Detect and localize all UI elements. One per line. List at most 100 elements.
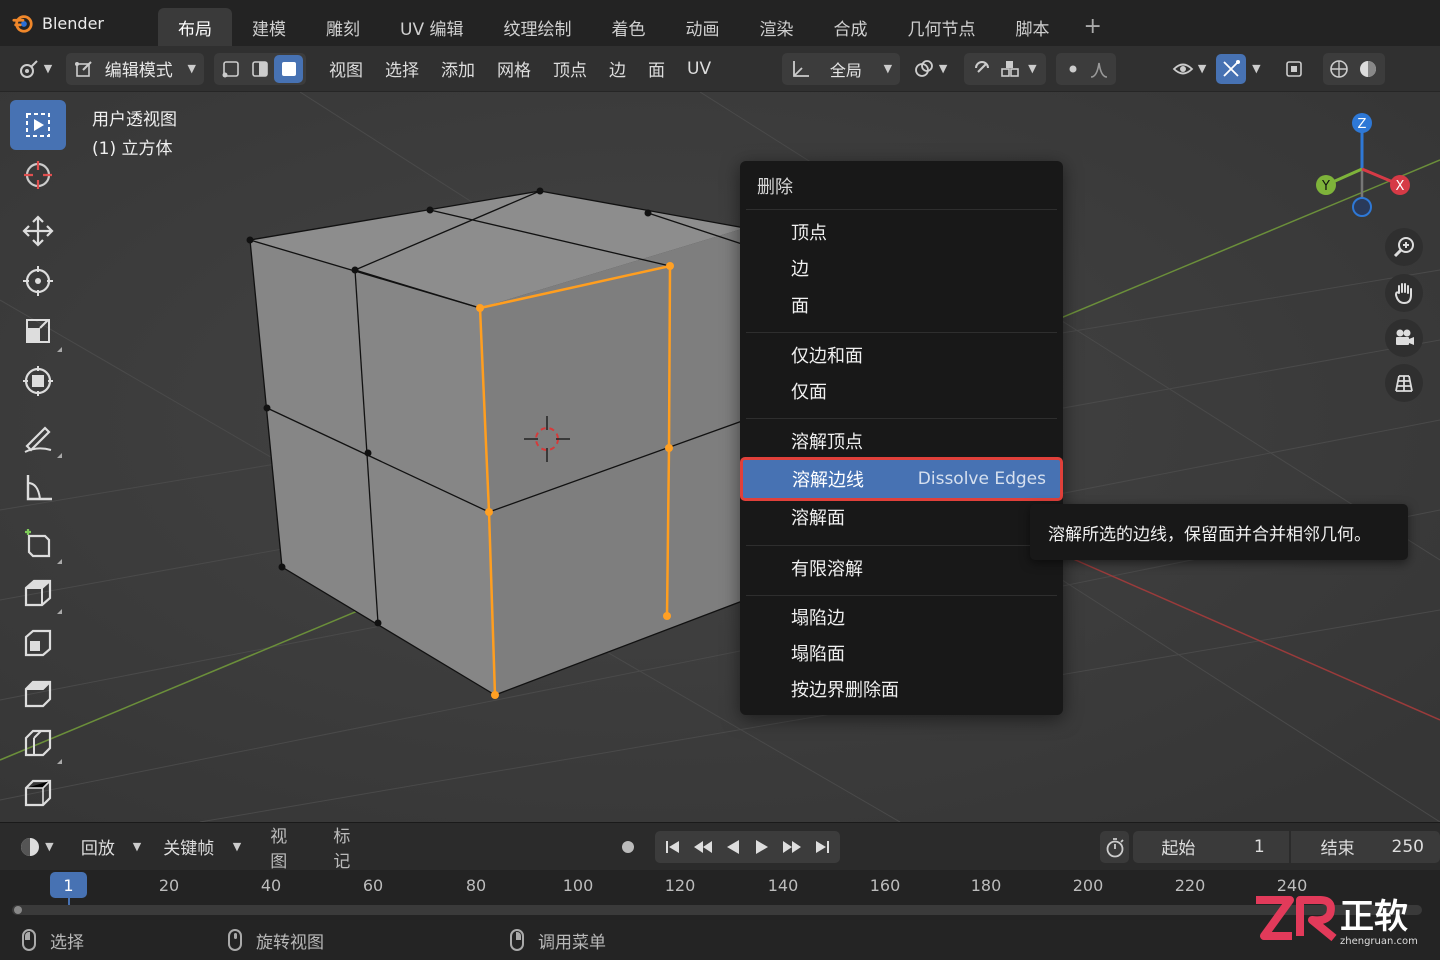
menu-edge[interactable]: 边 [598, 53, 637, 85]
pivot-point-selector[interactable]: ▼ [906, 53, 954, 85]
play-icon[interactable] [753, 838, 771, 856]
menu-item-dissolve-edges[interactable]: 溶解边线 Dissolve Edges [740, 457, 1063, 501]
tab-animation[interactable]: 动画 [665, 8, 739, 46]
loop-cut-tool[interactable] [10, 718, 66, 768]
play-reverse-icon[interactable] [724, 838, 742, 856]
menu-item-limited-dissolve[interactable]: 有限溶解 [791, 552, 863, 588]
gizmo-toggle[interactable] [1216, 53, 1247, 84]
neg-z-axis-handle[interactable] [1352, 197, 1372, 217]
add-cube-tool[interactable] [10, 518, 66, 568]
menu-add[interactable]: 添加 [430, 53, 486, 85]
snap-grid-icon [1001, 60, 1019, 77]
solid-shading-icon[interactable] [1357, 58, 1379, 80]
menu-item-edges[interactable]: 边 [791, 252, 809, 288]
extrude-tool[interactable] [10, 568, 66, 618]
menu-face[interactable]: 面 [637, 53, 676, 85]
proportional-edit-toggle[interactable] [1060, 56, 1086, 82]
timeline-scrollbar[interactable] [12, 905, 1422, 915]
chevron-down-icon[interactable]: ▼ [1252, 62, 1260, 75]
frame-tick: 80 [465, 876, 487, 895]
frame-tick: 160 [869, 876, 901, 895]
move-tool[interactable] [10, 206, 66, 256]
knife-tool[interactable] [10, 768, 66, 818]
edge-select-button[interactable] [245, 55, 274, 83]
tab-compositing[interactable]: 合成 [813, 8, 887, 46]
inset-tool[interactable] [10, 618, 66, 668]
annotate-tool[interactable] [10, 412, 66, 462]
navigation-gizmo[interactable]: Z Y X [1300, 107, 1420, 227]
menu-item-vertices[interactable]: 顶点 [791, 216, 827, 252]
pan-button[interactable] [1385, 274, 1423, 312]
prev-keyframe-icon[interactable] [692, 838, 714, 856]
menu-select[interactable]: 选择 [374, 53, 430, 85]
3d-viewport[interactable]: 用户透视图 (1) 立方体 Z Y X [0, 92, 1440, 822]
timeline-editor-selector[interactable]: ▼ [14, 831, 59, 863]
add-workspace-button[interactable]: + [1069, 14, 1115, 39]
menu-item-faces[interactable]: 面 [791, 289, 809, 325]
menu-item-only-edges-faces[interactable]: 仅边和面 [791, 339, 863, 375]
visibility-selector[interactable]: ▼ [1166, 53, 1212, 85]
cursor-tool[interactable] [10, 150, 66, 200]
menu-item-only-faces[interactable]: 仅面 [791, 375, 827, 411]
tab-geometry-nodes[interactable]: 几何节点 [887, 8, 995, 46]
zoom-button[interactable] [1385, 228, 1423, 266]
tab-uv-editing[interactable]: UV 编辑 [380, 8, 483, 46]
falloff-selector[interactable] [1086, 56, 1112, 82]
select-box-tool[interactable] [10, 100, 66, 150]
tab-modeling[interactable]: 建模 [232, 8, 306, 46]
menu-item-collapse-faces[interactable]: 塌陷面 [791, 637, 845, 673]
snapping-group: ▼ [964, 52, 1047, 85]
snap-toggle[interactable] [968, 55, 996, 83]
tab-shading[interactable]: 着色 [591, 8, 665, 46]
transform-tool[interactable] [10, 356, 66, 406]
add-cube-icon [25, 529, 51, 558]
tab-rendering[interactable]: 渲染 [739, 8, 813, 46]
frame-end-field[interactable]: 结束 250 [1290, 830, 1440, 863]
editor-type-selector[interactable]: ▼ [12, 53, 58, 85]
app-menu[interactable]: Blender [0, 0, 158, 46]
current-frame-indicator[interactable]: 1 [50, 872, 87, 898]
tab-scripting[interactable]: 脚本 [995, 8, 1069, 46]
mouse-left-icon [22, 929, 36, 951]
transform-orientation-selector[interactable]: 全局 ▼ [782, 52, 901, 85]
auto-keying-toggle[interactable] [614, 831, 643, 863]
vertex-select-button[interactable] [216, 55, 245, 83]
next-keyframe-icon[interactable] [781, 838, 803, 856]
menu-item-dissolve-vertices[interactable]: 溶解顶点 [791, 425, 863, 461]
face-select-button[interactable] [274, 54, 303, 83]
tab-layout[interactable]: 布局 [158, 8, 232, 46]
rotate-tool[interactable] [10, 256, 66, 306]
timeline-menu-view[interactable]: 视图 [259, 827, 314, 872]
menu-view[interactable]: 视图 [318, 53, 374, 85]
menu-item-collapse-edges[interactable]: 塌陷边 [791, 601, 845, 637]
snap-target-selector[interactable] [996, 55, 1024, 83]
menu-item-edge-loops[interactable]: 按边界删除面 [791, 673, 899, 709]
chevron-down-icon[interactable]: ▼ [1028, 62, 1036, 75]
jump-start-icon[interactable] [664, 838, 682, 856]
camera-view-button[interactable] [1385, 319, 1423, 357]
pivot-icon [914, 59, 933, 77]
bevel-tool[interactable] [10, 668, 66, 718]
playback-menu[interactable]: 回放 ▼ [75, 831, 147, 863]
tab-sculpting[interactable]: 雕刻 [306, 8, 380, 46]
ortho-toggle-button[interactable] [1385, 364, 1423, 402]
menu-vertex[interactable]: 顶点 [542, 53, 598, 85]
wireframe-shading-icon[interactable] [1328, 58, 1350, 80]
jump-end-icon[interactable] [813, 838, 831, 856]
timeline-menu-marker[interactable]: 标记 [322, 827, 377, 872]
mode-selector[interactable]: 编辑模式 ▼ [66, 52, 204, 85]
menu-item-dissolve-faces[interactable]: 溶解面 [791, 501, 845, 537]
xray-toggle[interactable] [1279, 53, 1309, 85]
keying-menu[interactable]: 关键帧 ▼ [157, 831, 247, 863]
measure-tool[interactable] [10, 462, 66, 512]
scrollbar-handle[interactable] [14, 906, 22, 914]
menu-uv[interactable]: UV [676, 53, 722, 85]
tab-texture-paint[interactable]: 纹理绘制 [483, 8, 591, 46]
preview-range-toggle[interactable] [1100, 830, 1130, 863]
chevron-down-icon: ▼ [232, 840, 242, 853]
frame-start-field[interactable]: 起始 1 [1133, 830, 1289, 863]
scale-tool[interactable] [10, 306, 66, 356]
y-axis-label: Y [1321, 179, 1330, 194]
menu-mesh[interactable]: 网格 [486, 53, 542, 85]
submenu-indicator [57, 559, 62, 564]
